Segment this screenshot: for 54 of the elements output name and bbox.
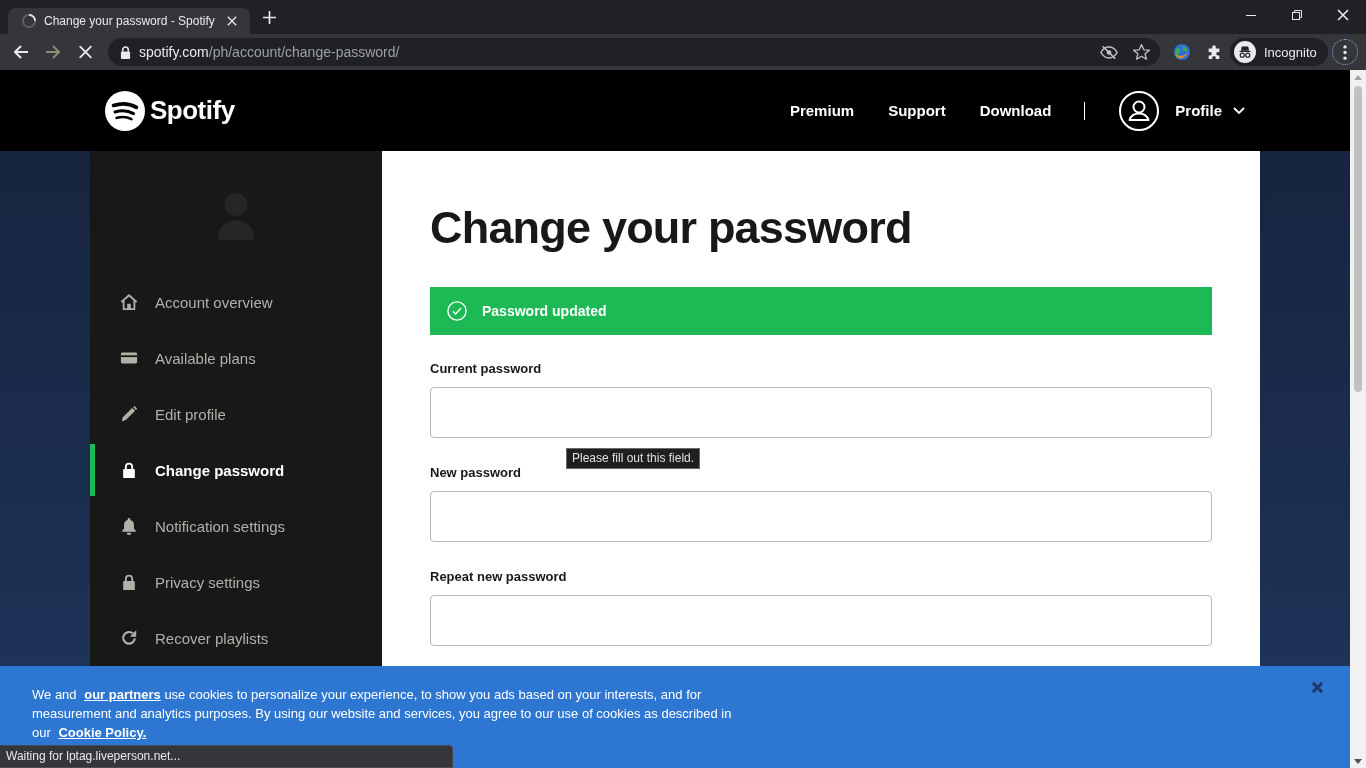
down-arrow-icon[interactable] — [1354, 759, 1362, 764]
menu-icon[interactable] — [1343, 44, 1347, 60]
password-field[interactable] — [430, 387, 1212, 438]
field-label: Current password — [430, 360, 542, 378]
field-label: New password — [430, 464, 522, 482]
pencil-icon — [120, 405, 138, 423]
lock-icon — [120, 573, 138, 591]
alert-text: Password updated — [482, 303, 607, 319]
incognito-button[interactable]: Incognito — [1230, 38, 1328, 66]
sidebar-link[interactable]: Notification settings — [90, 498, 382, 554]
page-title: Change your password — [430, 201, 913, 255]
lock-icon — [120, 461, 138, 479]
password-field[interactable] — [430, 595, 1212, 646]
address-bar[interactable]: spotify.com/ph/account/change-password/ — [108, 38, 1160, 66]
refresh-icon — [120, 629, 138, 647]
sidebar-link[interactable]: Edit profile — [90, 386, 382, 442]
sidebar-link[interactable]: Change password — [90, 442, 382, 498]
check-circle-icon — [447, 301, 467, 321]
home-icon — [120, 293, 138, 311]
sidebar-link[interactable]: Privacy settings — [90, 554, 382, 610]
sidebar-link[interactable]: Available plans — [90, 330, 382, 386]
restore-icon[interactable] — [1292, 10, 1302, 20]
nav-link[interactable]: Premium — [789, 102, 855, 119]
back-arrow-icon[interactable] — [13, 45, 29, 59]
cookie-notice-text: We and our partners use cookies to personalize your experience, to show you ads based on your interests, and for measurement and analytics purposes. By using our website and services, you agree to our use of cookies as described in our Cookie Policy. — [31, 686, 733, 742]
sidebar-link[interactable]: Recover playlists — [90, 610, 382, 666]
password-field[interactable] — [430, 491, 1212, 542]
minimize-icon[interactable] — [1246, 14, 1256, 16]
url-text[interactable]: spotify.com/ph/account/change-password/ — [139, 44, 1100, 60]
home-logo-link[interactable]: Spotify — [105, 90, 235, 131]
nav-link[interactable]: Support — [888, 102, 946, 119]
chevron-down-icon[interactable] — [1233, 107, 1245, 114]
logo-mark-icon — [105, 90, 145, 131]
profile-button[interactable]: Profile — [1119, 90, 1245, 131]
user-icon[interactable] — [1119, 90, 1160, 131]
eye-slash-icon[interactable] — [1100, 44, 1118, 60]
plus-icon[interactable] — [262, 10, 276, 24]
browser-tab[interactable]: Change your password - Spotify — [8, 8, 250, 34]
bell-icon — [120, 517, 138, 535]
field-label: Repeat new password — [430, 568, 567, 586]
star-icon[interactable] — [1133, 44, 1150, 60]
incognito-icon[interactable] — [1234, 41, 1256, 63]
tab-title: Change your password - Spotify — [44, 14, 216, 28]
status-bubble: Waiting for lptag.liveperson.net... — [0, 745, 453, 768]
scrollbar-thumb[interactable] — [1354, 86, 1362, 392]
validation-tooltip: Please fill out this field. — [566, 448, 701, 469]
cookie-notice-link[interactable]: our partners — [84, 687, 161, 702]
globe-icon[interactable] — [1173, 43, 1191, 61]
lock-icon[interactable] — [120, 45, 131, 59]
sidebar-link[interactable]: Account overview — [90, 274, 382, 330]
scrollbar[interactable] — [1350, 70, 1366, 768]
puzzle-icon[interactable] — [1206, 44, 1222, 60]
cookie-notice-link[interactable]: Cookie Policy. — [58, 725, 147, 740]
nav-link[interactable]: Download — [979, 102, 1052, 119]
